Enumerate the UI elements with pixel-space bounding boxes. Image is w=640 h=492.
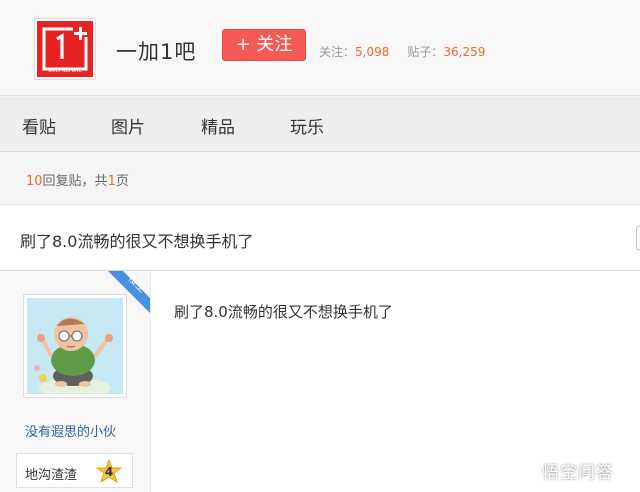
- page-count-label: 页: [115, 174, 129, 189]
- post-content: 刷了8.0流畅的很又不想换手机了: [174, 303, 393, 321]
- avatar[interactable]: [23, 294, 127, 398]
- nav-tab-fun[interactable]: 玩乐: [290, 113, 324, 138]
- logo-subtext: OnePlus one: [48, 68, 82, 74]
- reply-count-text: 10回复贴，共1页: [26, 170, 129, 189]
- nav-tab-featured[interactable]: 精品: [201, 113, 235, 138]
- nav-tab-posts[interactable]: 看贴: [22, 113, 56, 138]
- reply-count-bar: 10回复贴，共1页: [0, 153, 640, 205]
- page-count: 1: [107, 174, 116, 189]
- thread-title-bar: 刷了8.0流畅的很又不想换手机了: [0, 205, 640, 271]
- follow-count-label: 关注：: [319, 45, 356, 59]
- author-panel: 楼主 没有遐思的小伙 地沟渣渣 4: [0, 271, 151, 492]
- author-rank: 地沟渣渣: [25, 468, 78, 483]
- author-name[interactable]: 没有遐思的小伙: [25, 421, 116, 440]
- follow-count: 5,098: [355, 45, 390, 59]
- watermark-text: 悟空问答: [542, 462, 614, 483]
- post-count: 36,259: [443, 45, 486, 59]
- wukong-logo-icon: [512, 457, 538, 483]
- oneplus-logo-icon[interactable]: OnePlus one: [35, 19, 95, 79]
- forum-header: OnePlus one 一加1吧 + 关注 关注：5,098 贴子：36,259: [0, 0, 640, 96]
- author-level-badge[interactable]: 地沟渣渣 4: [16, 453, 133, 488]
- post-count-label: 贴子：: [407, 45, 444, 59]
- title-action-button[interactable]: [636, 226, 640, 250]
- forum-name[interactable]: 一加1吧: [116, 36, 196, 66]
- watermark: 悟空问答: [512, 455, 614, 485]
- follow-button[interactable]: + 关注: [222, 29, 306, 61]
- forum-stats: 关注：5,098 贴子：36,259: [319, 43, 485, 60]
- reply-count: 10: [26, 174, 43, 189]
- nav-tab-images[interactable]: 图片: [111, 113, 145, 138]
- cartoon-avatar-icon: [27, 298, 123, 398]
- forum-nav: 看贴 图片 精品 玩乐: [0, 97, 640, 152]
- thread-title: 刷了8.0流畅的很又不想换手机了: [20, 232, 254, 251]
- reply-count-label: 回复贴，共: [42, 174, 108, 189]
- author-level: 4: [104, 465, 114, 479]
